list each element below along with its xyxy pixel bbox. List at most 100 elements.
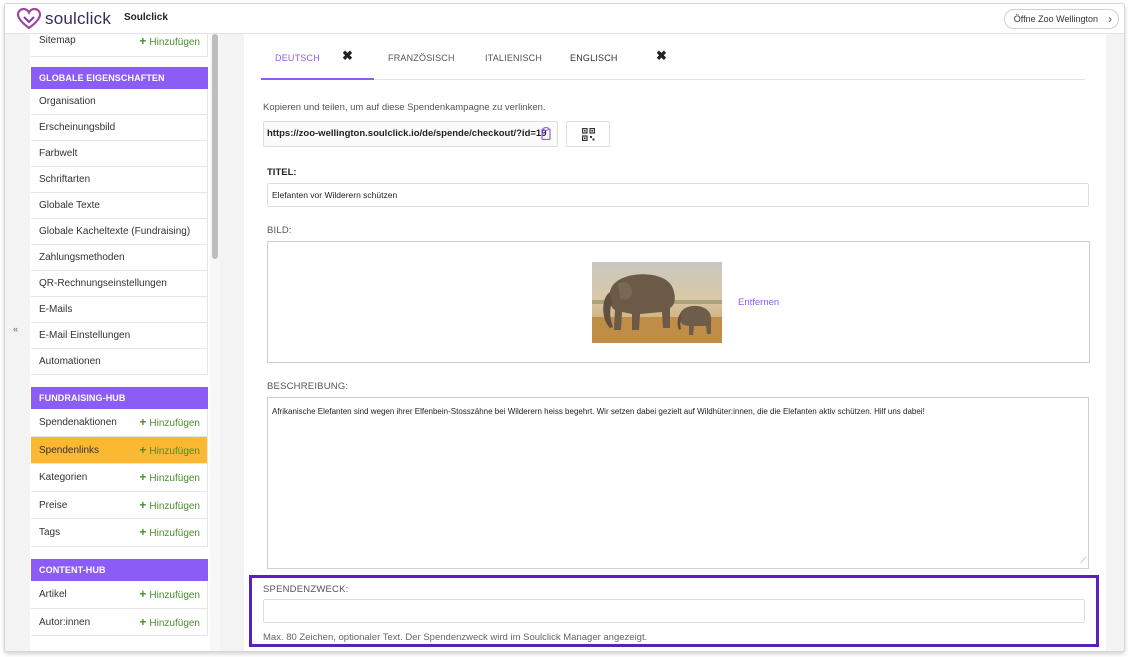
sidebar-item-preise[interactable]: Preise + Hinzufügen <box>31 491 208 520</box>
donation-purpose-section: SPENDENZWECK: Max. 80 Zeichen, optionale… <box>249 575 1099 647</box>
sidebar-item-kategorien[interactable]: Kategorien + Hinzufügen <box>31 464 208 492</box>
sidebar-item-label: Spendenlinks <box>39 444 100 456</box>
plus-icon: + <box>139 442 147 457</box>
sidebar-section-global: GLOBALE EIGENSCHAFTEN <box>31 67 208 89</box>
sidebar-item-spendenlinks[interactable]: Spendenlinks + Hinzufügen <box>31 436 208 465</box>
sidebar-item-qr-rechnungseinstellungen[interactable]: QR-Rechnungseinstellungen <box>31 271 208 297</box>
open-site-label: Öffne Zoo Wellington <box>1013 14 1098 24</box>
collapse-sidebar-toggle[interactable]: « <box>13 324 18 334</box>
sidebar-section-content: CONTENT-HUB <box>31 558 208 581</box>
sidebar-scrollbar-thumb[interactable] <box>212 34 218 259</box>
heart-logo-icon <box>17 8 41 30</box>
sidebar-item-schriftarten[interactable]: Schriftarten <box>31 167 208 193</box>
sidebar-list: Sitemap + Hinzufügen GLOBALE EIGENSCHAFTE… <box>31 34 208 637</box>
sidebar: Sitemap + Hinzufügen GLOBALE EIGENSCHAFTE… <box>30 34 220 651</box>
qr-code-button[interactable] <box>566 121 610 147</box>
title-input[interactable]: Elefanten vor Wilderern schützen <box>267 183 1089 207</box>
sidebar-item-label: Artikel <box>39 588 67 600</box>
add-label: Hinzufügen <box>149 445 200 457</box>
add-label: Hinzufügen <box>149 617 200 629</box>
sidebar-item-tags[interactable]: Tags + Hinzufügen <box>31 519 208 547</box>
sidebar-item-label: QR-Rechnungseinstellungen <box>39 278 167 289</box>
remove-image-link[interactable]: Entfernen <box>738 297 779 308</box>
add-button[interactable]: + Hinzufügen <box>139 409 200 436</box>
sidebar-item-label: Autor:innen <box>39 616 91 628</box>
elephant-photo <box>592 262 722 343</box>
add-sitemap-button[interactable]: + Hinzufügen <box>139 34 200 56</box>
logo[interactable]: soulclick <box>17 8 111 30</box>
description-text: Afrikanische Elefanten sind wegen ihrer … <box>272 407 925 416</box>
global-items: Organisation Erscheinungsbild Farbwelt Schr… <box>31 89 208 375</box>
sidebar-item-label: Schriftarten <box>39 174 91 185</box>
resize-handle-icon[interactable]: ⟋ <box>1080 555 1086 566</box>
organization-name: Soulclick <box>124 12 168 23</box>
sidebar-item-e-mails[interactable]: E-Mails <box>31 297 208 323</box>
sidebar-item-label: Globale Kacheltexte (Fundraising) <box>39 226 191 237</box>
sidebar-item-organisation[interactable]: Organisation <box>31 89 208 115</box>
plus-icon: + <box>139 614 147 629</box>
sidebar-item-label: Automationen <box>39 356 101 367</box>
tab-italienisch[interactable]: ITALIENISCH <box>485 53 542 63</box>
open-site-button[interactable]: Öffne Zoo Wellington › <box>1003 9 1119 29</box>
chevron-right-icon: › <box>1108 12 1112 26</box>
sidebar-gap <box>31 57 208 67</box>
share-hint: Kopieren und teilen, um auf diese Spende… <box>263 102 546 113</box>
qr-code-icon <box>582 128 595 141</box>
tab-englisch[interactable]: ENGLISCH <box>570 53 618 63</box>
sidebar-item-artikel[interactable]: Artikel + Hinzufügen <box>31 580 208 609</box>
sidebar-item-globale-texte[interactable]: Globale Texte <box>31 193 208 219</box>
sidebar-item-zahlungsmethoden[interactable]: Zahlungsmethoden <box>31 245 208 271</box>
sidebar-item-label: Kategorien <box>39 472 88 484</box>
sidebar-item-autor-innen[interactable]: Autor:innen + Hinzufügen <box>31 608 208 637</box>
sidebar-section-fundraising: FUNDRAISING-HUB <box>31 387 208 409</box>
sidebar-item-label: Tags <box>39 527 61 539</box>
clipboard-icon[interactable] <box>541 127 551 140</box>
sidebar-item-label: Preise <box>39 499 68 511</box>
plus-icon: + <box>139 470 147 485</box>
add-button[interactable]: + Hinzufügen <box>139 492 200 519</box>
add-label: Hinzufügen <box>149 528 200 540</box>
title-label: TITEL: <box>267 167 297 178</box>
sidebar-item-sitemap[interactable]: Sitemap + Hinzufügen <box>31 34 208 57</box>
add-button[interactable]: + Hinzufügen <box>139 464 200 491</box>
close-icon[interactable]: ✖ <box>656 48 667 64</box>
add-label: Hinzufügen <box>149 589 200 601</box>
share-url-field[interactable]: https://zoo-wellington.soulclick.io/de/s… <box>263 121 558 147</box>
add-button[interactable]: + Hinzufügen <box>139 519 200 546</box>
tab-franzoesisch[interactable]: FRANZÖSISCH <box>388 53 455 63</box>
language-tabs: DEUTSCH ✖ FRANZÖSISCH ITALIENISCH ENGLIS… <box>261 34 1085 80</box>
brand-name: soulclick <box>45 9 112 28</box>
tab-deutsch[interactable]: DEUTSCH <box>275 53 320 63</box>
close-icon[interactable]: ✖ <box>342 48 353 64</box>
description-textarea[interactable]: Afrikanische Elefanten sind wegen ihrer … <box>267 397 1089 569</box>
sidebar-item-automationen[interactable]: Automationen <box>31 349 208 375</box>
sidebar-item-e-mail-einstellungen[interactable]: E-Mail Einstellungen <box>31 323 208 349</box>
plus-icon: + <box>139 34 147 48</box>
sidebar-item-label: Globale Texte <box>39 200 100 211</box>
sidebar-item-label: Organisation <box>39 96 96 107</box>
add-button[interactable]: + Hinzufügen <box>139 437 200 464</box>
donation-purpose-input[interactable] <box>263 599 1085 623</box>
donation-purpose-help: Max. 80 Zeichen, optionaler Text. Der Sp… <box>263 632 648 643</box>
sidebar-item-label: Erscheinungsbild <box>39 122 116 133</box>
sidebar-item-label: Spendenaktionen <box>39 417 117 428</box>
add-button[interactable]: + Hinzufügen <box>139 581 200 608</box>
fundraising-items: Spendenaktionen + Hinzufügen Spendenlinks + H… <box>31 409 208 547</box>
add-label: Hinzufügen <box>149 418 200 429</box>
sidebar-item-erscheinungsbild[interactable]: Erscheinungsbild <box>31 115 208 141</box>
donation-purpose-label: SPENDENZWECK: <box>263 584 349 595</box>
add-label: Hinzufügen <box>149 473 200 485</box>
sidebar-item-label: E-Mails <box>39 304 73 315</box>
sidebar-item-label: Zahlungsmethoden <box>39 252 125 263</box>
image-upload-box[interactable]: Entfernen <box>267 241 1090 363</box>
sidebar-gap <box>31 546 208 559</box>
sidebar-item-farbwelt[interactable]: Farbwelt <box>31 141 208 167</box>
app-window: soulclick Soulclick Öffne Zoo Wellington… <box>4 3 1125 652</box>
sidebar-gap <box>31 375 208 387</box>
active-tab-indicator <box>261 78 374 80</box>
sidebar-item-spendenaktionen[interactable]: Spendenaktionen + Hinzufügen <box>31 409 208 437</box>
sidebar-item-globale-kacheltexte-fundraising[interactable]: Globale Kacheltexte (Fundraising) <box>31 219 208 245</box>
add-button[interactable]: + Hinzufügen <box>139 609 200 636</box>
plus-icon: + <box>139 415 147 429</box>
sidebar-item-label: Sitemap <box>39 35 76 46</box>
